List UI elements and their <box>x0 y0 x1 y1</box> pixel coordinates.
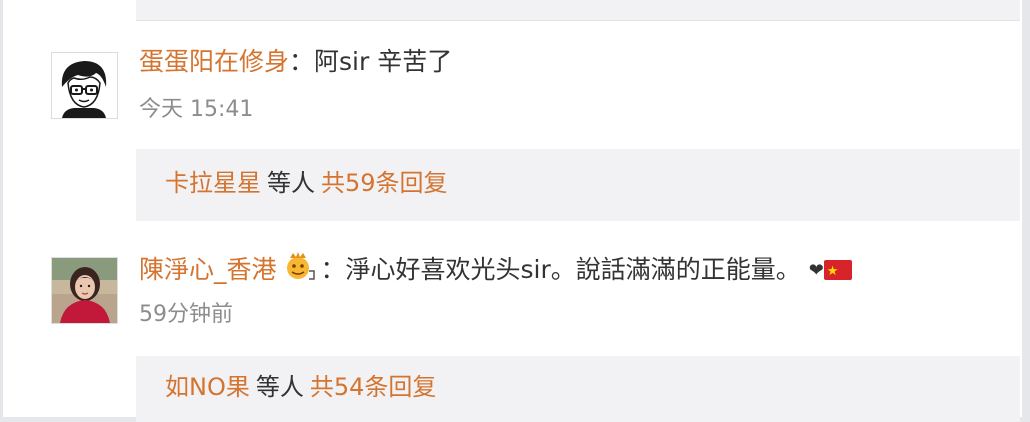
crown-emoji-icon <box>284 252 320 282</box>
colon: ： <box>289 47 315 76</box>
comment-text: 淨心好喜欢光头sir。說話滿滿的正能量。 <box>345 255 801 284</box>
right-frame-border <box>1022 0 1030 422</box>
china-flag-icon <box>823 257 852 287</box>
reply-others-label: 等人 <box>267 169 315 197</box>
username-link[interactable]: 蛋蛋阳在修身 <box>139 47 289 76</box>
cartoon-boy-avatar-icon <box>52 53 117 118</box>
avatar[interactable] <box>51 52 118 119</box>
heart-icon: ❤ <box>808 260 824 281</box>
reply-count-link[interactable]: 共54条回复 <box>310 373 437 401</box>
reply-username-link[interactable]: 卡拉星星 <box>165 169 261 197</box>
comment-item: 蛋蛋阳在修身：阿sir 辛苦了 今天 15:41 卡拉星星 等人 共59条回复 <box>0 0 1022 225</box>
comment-text: 阿sir 辛苦了 <box>314 47 453 76</box>
reply-others-label: 等人 <box>255 373 304 401</box>
colon: ： <box>320 255 346 284</box>
comment-item: 陳淨心_香港 ：淨心好喜欢光头sir。說話滿滿的正能量。 ❤ 59分钟前 如NO… <box>0 225 1022 422</box>
reply-username-link[interactable]: 如NO果 <box>165 373 250 401</box>
comment-time: 今天 15:41 <box>139 97 254 122</box>
comment-line: 陳淨心_香港 ：淨心好喜欢光头sir。說話滿滿的正能量。 ❤ <box>139 252 852 287</box>
comment-time: 59分钟前 <box>139 302 233 327</box>
comment-line: 蛋蛋阳在修身：阿sir 辛苦了 <box>139 47 452 77</box>
reply-summary[interactable]: 卡拉星星 等人 共59条回复 <box>136 149 1020 221</box>
reply-count-link[interactable]: 共59条回复 <box>321 169 448 197</box>
avatar[interactable] <box>51 257 118 324</box>
woman-photo-avatar-icon <box>52 258 117 323</box>
reply-summary[interactable]: 如NO果 等人 共54条回复 <box>136 356 1020 422</box>
username-link[interactable]: 陳淨心_香港 <box>139 255 277 284</box>
